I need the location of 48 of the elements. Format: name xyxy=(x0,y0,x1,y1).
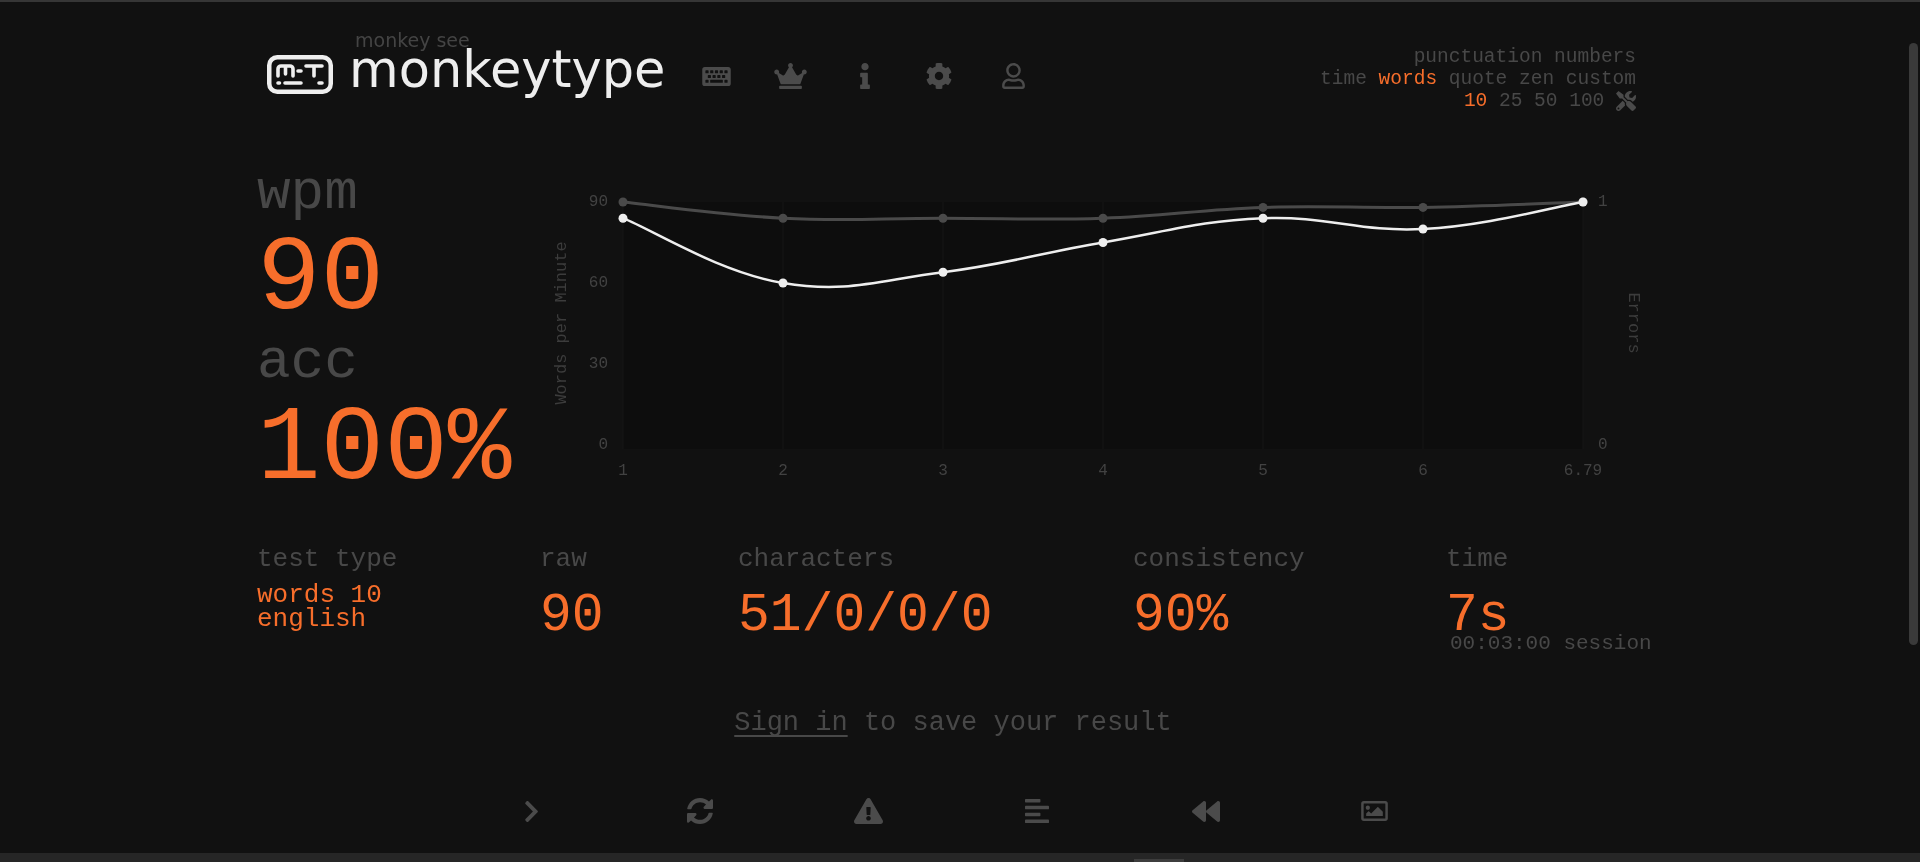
typing-test-button[interactable] xyxy=(701,66,731,86)
horizontal-scrollbar[interactable] xyxy=(0,853,1920,862)
rewind-icon xyxy=(1192,800,1221,822)
replay-button[interactable] xyxy=(1192,800,1221,822)
stat-value-line: english xyxy=(257,607,368,631)
align-left-icon xyxy=(1025,799,1050,824)
config-option[interactable]: 10 xyxy=(1463,89,1488,112)
result-value: 100% xyxy=(257,397,512,503)
data-point xyxy=(1418,224,1428,234)
data-point xyxy=(1258,213,1268,223)
config-option[interactable]: words xyxy=(1378,67,1438,90)
crown-icon xyxy=(773,63,807,89)
data-point xyxy=(938,267,948,277)
tools-icon xyxy=(1616,90,1636,111)
screenshot-button[interactable] xyxy=(1361,801,1389,822)
settings-button[interactable] xyxy=(925,63,952,89)
settings-icon xyxy=(925,63,952,89)
user-icon xyxy=(1001,63,1025,89)
restart-button[interactable] xyxy=(686,798,713,825)
report-button[interactable] xyxy=(854,798,884,825)
stat-value: 90% xyxy=(1133,593,1229,639)
data-point xyxy=(938,213,948,223)
account-button[interactable] xyxy=(1001,63,1025,89)
keyboard-icon xyxy=(701,66,731,86)
info-icon xyxy=(859,63,870,89)
next-test-button[interactable] xyxy=(524,800,538,822)
data-point xyxy=(1098,238,1108,247)
result-value: 90 xyxy=(257,227,385,333)
words-history-button[interactable] xyxy=(1025,799,1050,824)
data-point xyxy=(1418,202,1428,212)
image-icon xyxy=(1361,801,1389,822)
data-point xyxy=(1258,202,1268,212)
data-point xyxy=(778,213,788,223)
chevron-right-icon xyxy=(524,800,538,822)
custom-length-button[interactable] xyxy=(1616,90,1636,111)
scrollbar-thumb[interactable] xyxy=(1908,43,1918,645)
data-point xyxy=(1098,213,1108,223)
stat-value: 90 xyxy=(540,593,604,639)
leaderboard-button[interactable] xyxy=(773,63,807,89)
warning-icon xyxy=(854,798,884,825)
stat-value-line: words 10 xyxy=(257,583,382,607)
stat-value: 51/0/0/0 xyxy=(738,593,993,639)
refresh-icon xyxy=(686,798,713,825)
data-point xyxy=(618,197,628,207)
data-point xyxy=(778,278,788,288)
logo-icon xyxy=(267,55,333,94)
about-button[interactable] xyxy=(859,63,870,89)
data-point xyxy=(618,213,628,223)
